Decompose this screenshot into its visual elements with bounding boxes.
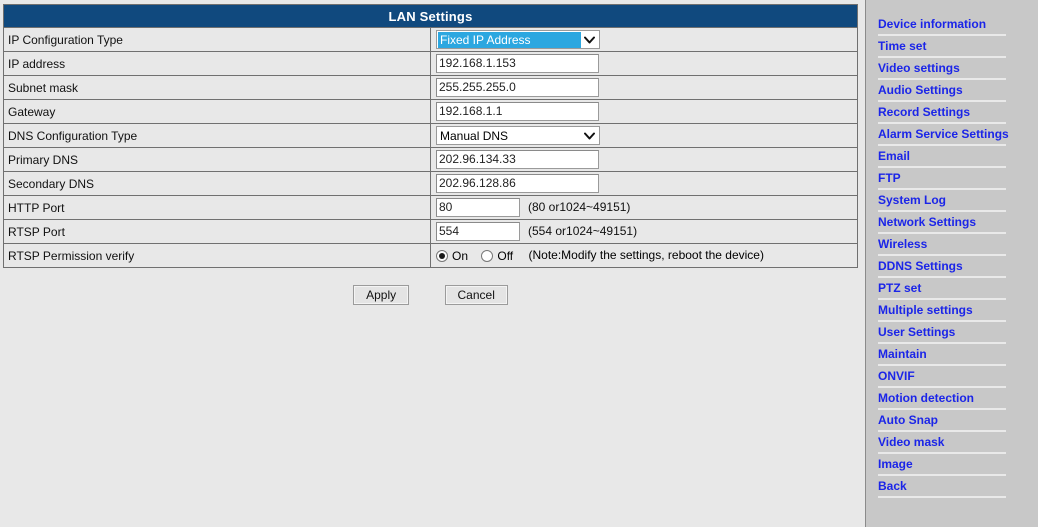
cell-rtsp-port: (554 or1024~49151) — [430, 219, 858, 244]
label-dns-config-type: DNS Configuration Type — [3, 123, 431, 148]
cell-gateway — [430, 99, 858, 124]
sidebar-item-image[interactable]: Image — [878, 457, 1006, 476]
secondary-dns-input[interactable] — [436, 174, 599, 193]
cell-primary-dns — [430, 147, 858, 172]
label-gateway: Gateway — [3, 99, 431, 124]
rtsp-permission-note: (Note:Modify the settings, reboot the de… — [528, 248, 764, 263]
table-row: IP Configuration Type Fixed IP Address — [3, 27, 858, 52]
table-row: RTSP Permission verify On Off (Note:Modi… — [3, 243, 858, 268]
subnet-mask-input[interactable] — [436, 78, 599, 97]
cancel-button[interactable]: Cancel — [444, 285, 508, 305]
rtsp-port-input[interactable] — [436, 222, 520, 241]
sidebar-item-ftp[interactable]: FTP — [878, 171, 1006, 190]
dns-config-type-select[interactable]: Manual DNS — [436, 126, 600, 145]
label-http-port: HTTP Port — [3, 195, 431, 220]
sidebar-item-wireless[interactable]: Wireless — [878, 237, 1006, 256]
label-secondary-dns: Secondary DNS — [3, 171, 431, 196]
http-port-hint: (80 or1024~49151) — [528, 199, 631, 214]
sidebar-menu: Device information Time set Video settin… — [878, 17, 1009, 501]
table-row: Primary DNS — [3, 147, 858, 172]
sidebar-item-auto-snap[interactable]: Auto Snap — [878, 413, 1006, 432]
form-button-bar: Apply Cancel — [3, 285, 858, 305]
sidebar-item-maintain[interactable]: Maintain — [878, 347, 1006, 366]
cell-rtsp-permission: On Off (Note:Modify the settings, reboot… — [430, 243, 858, 268]
sidebar-item-audio-settings[interactable]: Audio Settings — [878, 83, 1006, 102]
ip-address-input[interactable] — [436, 54, 599, 73]
sidebar-item-back[interactable]: Back — [878, 479, 1006, 498]
lan-settings-page: LAN Settings IP Configuration Type Fixed… — [0, 0, 1038, 527]
radio-off-icon — [481, 249, 494, 262]
table-row: RTSP Port (554 or1024~49151) — [3, 219, 858, 244]
sidebar-item-email[interactable]: Email — [878, 149, 1006, 168]
sidebar-item-time-set[interactable]: Time set — [878, 39, 1006, 58]
cell-ip-address — [430, 51, 858, 76]
sidebar-item-network-settings[interactable]: Network Settings — [878, 215, 1006, 234]
cell-secondary-dns — [430, 171, 858, 196]
sidebar-item-system-log[interactable]: System Log — [878, 193, 1006, 212]
rtsp-permission-off-label: Off — [497, 248, 514, 263]
table-row: Secondary DNS — [3, 171, 858, 196]
rtsp-permission-off-radio[interactable]: Off — [481, 249, 523, 263]
apply-button[interactable]: Apply — [353, 285, 410, 305]
cell-http-port: (80 or1024~49151) — [430, 195, 858, 220]
rtsp-permission-on-radio[interactable]: On — [436, 249, 478, 263]
sidebar-item-motion-detection[interactable]: Motion detection — [878, 391, 1006, 410]
sidebar-item-video-mask[interactable]: Video mask — [878, 435, 1006, 454]
cell-subnet-mask — [430, 75, 858, 100]
main-content: LAN Settings IP Configuration Type Fixed… — [0, 0, 865, 527]
table-row: DNS Configuration Type Manual DNS — [3, 123, 858, 148]
label-primary-dns: Primary DNS — [3, 147, 431, 172]
ip-config-type-select[interactable]: Fixed IP Address — [436, 30, 600, 49]
page-title: LAN Settings — [3, 4, 858, 28]
chevron-down-icon — [581, 31, 597, 48]
radio-on-icon — [436, 249, 448, 262]
sidebar-item-multiple-settings[interactable]: Multiple settings — [878, 303, 1006, 322]
gateway-input[interactable] — [436, 102, 599, 121]
table-title-row: LAN Settings — [3, 4, 858, 28]
sidebar: Device information Time set Video settin… — [865, 0, 1038, 527]
label-rtsp-port: RTSP Port — [3, 219, 431, 244]
ip-config-type-select-value: Fixed IP Address — [438, 32, 581, 48]
http-port-input[interactable] — [436, 198, 520, 217]
sidebar-item-ddns-settings[interactable]: DDNS Settings — [878, 259, 1006, 278]
chevron-down-icon — [581, 127, 597, 144]
lan-settings-table: LAN Settings IP Configuration Type Fixed… — [3, 4, 858, 268]
sidebar-item-alarm-service-settings[interactable]: Alarm Service Settings — [878, 127, 1009, 146]
label-subnet-mask: Subnet mask — [3, 75, 431, 100]
table-row: HTTP Port (80 or1024~49151) — [3, 195, 858, 220]
label-rtsp-permission: RTSP Permission verify — [3, 243, 431, 268]
cell-ip-config-type: Fixed IP Address — [430, 27, 858, 52]
rtsp-port-hint: (554 or1024~49151) — [528, 223, 638, 238]
table-row: Subnet mask — [3, 75, 858, 100]
sidebar-item-user-settings[interactable]: User Settings — [878, 325, 1006, 344]
sidebar-item-record-settings[interactable]: Record Settings — [878, 105, 1006, 124]
primary-dns-input[interactable] — [436, 150, 599, 169]
dns-config-type-select-value: Manual DNS — [440, 129, 509, 143]
table-row: IP address — [3, 51, 858, 76]
sidebar-item-video-settings[interactable]: Video settings — [878, 61, 1006, 80]
label-ip-address: IP address — [3, 51, 431, 76]
label-ip-config-type: IP Configuration Type — [3, 27, 431, 52]
rtsp-permission-on-label: On — [452, 248, 469, 263]
cell-dns-config-type: Manual DNS — [430, 123, 858, 148]
table-row: Gateway — [3, 99, 858, 124]
sidebar-item-device-information[interactable]: Device information — [878, 17, 1006, 36]
sidebar-item-ptz-set[interactable]: PTZ set — [878, 281, 1006, 300]
sidebar-item-onvif[interactable]: ONVIF — [878, 369, 1006, 388]
